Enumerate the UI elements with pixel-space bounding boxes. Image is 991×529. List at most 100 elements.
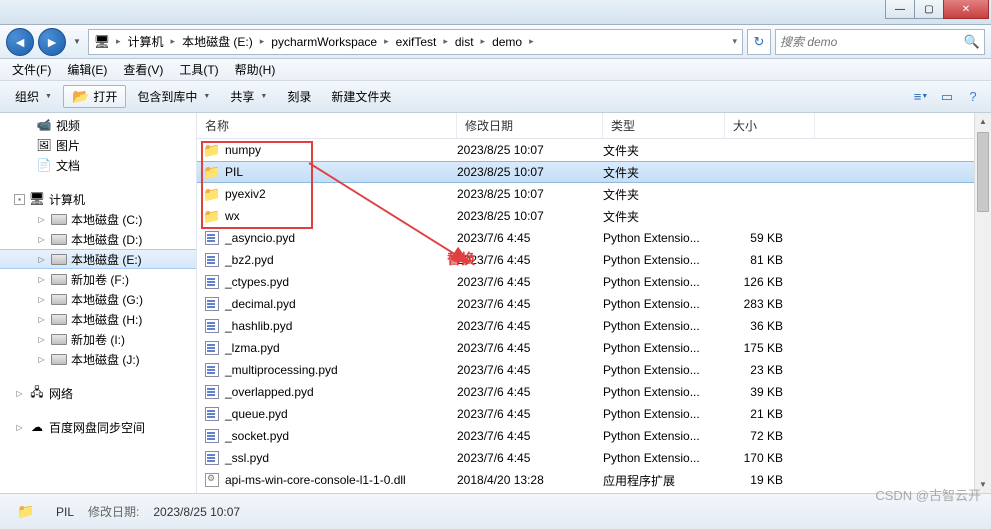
file-row[interactable]: _lzma.pyd2023/7/6 4:45Python Extensio...… (197, 337, 991, 359)
file-row[interactable]: _hashlib.pyd2023/7/6 4:45Python Extensio… (197, 315, 991, 337)
tree-computer[interactable]: ▪🖥计算机 (0, 189, 196, 209)
burn-button[interactable]: 刻录 (278, 84, 320, 109)
help-button[interactable]: ? (961, 86, 985, 108)
expand-icon[interactable]: ▷ (36, 234, 47, 245)
expand-icon[interactable]: ▷ (36, 274, 47, 285)
breadcrumb-item[interactable]: exifTest (392, 30, 441, 54)
close-button[interactable]: ✕ (943, 0, 989, 19)
file-type: Python Extensio... (603, 231, 725, 245)
breadcrumb-dropdown[interactable]: ▾ (729, 36, 740, 47)
expand-icon[interactable]: ▷ (36, 314, 47, 325)
statusbar-name: PIL (56, 505, 74, 519)
pyd-file-icon (205, 429, 219, 443)
tree-drive[interactable]: ▷本地磁盘 (H:) (0, 309, 196, 329)
file-row[interactable]: api-ms-win-core-datetime-l1-1-0.dll2018/… (197, 491, 991, 493)
menu-view[interactable]: 查看(V) (115, 59, 171, 80)
tree-drive[interactable]: ▷本地磁盘 (J:) (0, 349, 196, 369)
breadcrumb-item[interactable]: pycharmWorkspace (267, 30, 381, 54)
tree-baidu[interactable]: ▷☁百度网盘同步空间 (0, 417, 196, 437)
tree-drive[interactable]: ▷本地磁盘 (C:) (0, 209, 196, 229)
tree-drive[interactable]: ▷本地磁盘 (D:) (0, 229, 196, 249)
refresh-button[interactable]: ↻ (747, 29, 771, 55)
expand-icon[interactable]: ▷ (36, 334, 47, 345)
breadcrumb-separator[interactable]: ▸ (168, 36, 179, 47)
file-row[interactable]: _socket.pyd2023/7/6 4:45Python Extensio.… (197, 425, 991, 447)
file-row[interactable]: _multiprocessing.pyd2023/7/6 4:45Python … (197, 359, 991, 381)
expand-icon[interactable]: ▷ (36, 354, 47, 365)
expand-icon[interactable]: ▷ (14, 422, 25, 433)
search-input[interactable] (780, 35, 964, 49)
breadcrumb-separator[interactable]: ▸ (257, 36, 268, 47)
file-row[interactable]: _overlapped.pyd2023/7/6 4:45Python Exten… (197, 381, 991, 403)
tree-item[interactable]: 📹视频 (0, 115, 196, 135)
nav-back-button[interactable]: ◄ (6, 28, 34, 56)
view-mode-button[interactable]: ≡▼ (909, 86, 933, 108)
file-list[interactable]: 替换 📁numpy2023/8/25 10:07文件夹📁PIL2023/8/25… (197, 139, 991, 493)
file-row[interactable]: _queue.pyd2023/7/6 4:45Python Extensio..… (197, 403, 991, 425)
menu-help[interactable]: 帮助(H) (227, 59, 284, 80)
file-size: 72 KB (725, 429, 795, 443)
minimize-button[interactable]: — (885, 0, 915, 19)
file-row[interactable]: _ssl.pyd2023/7/6 4:45Python Extensio...1… (197, 447, 991, 469)
menu-tools[interactable]: 工具(T) (171, 59, 226, 80)
open-folder-icon: 📂 (72, 88, 89, 105)
breadcrumb-separator[interactable]: ▸ (113, 36, 124, 47)
column-name[interactable]: 名称 (197, 113, 457, 138)
breadcrumb-separator[interactable]: ▸ (440, 36, 451, 47)
maximize-button[interactable]: ▢ (914, 0, 944, 19)
menu-edit[interactable]: 编辑(E) (59, 59, 115, 80)
search-icon[interactable]: 🔍 (964, 34, 980, 50)
scroll-up-button[interactable]: ▲ (975, 113, 991, 130)
breadcrumb-item[interactable]: demo (488, 30, 526, 54)
file-row[interactable]: 📁PIL2023/8/25 10:07文件夹 (197, 161, 991, 183)
preview-pane-button[interactable]: ▭ (935, 86, 959, 108)
breadcrumb-item[interactable]: dist (451, 30, 478, 54)
tree-drive[interactable]: ▷新加卷 (I:) (0, 329, 196, 349)
breadcrumb-separator[interactable]: ▸ (478, 36, 489, 47)
breadcrumb-bar[interactable]: 🖥 ▸ 计算机 ▸ 本地磁盘 (E:) ▸ pycharmWorkspace ▸… (88, 29, 743, 55)
tree-network[interactable]: ▷🖧网络 (0, 383, 196, 403)
file-row[interactable]: _asyncio.pyd2023/7/6 4:45Python Extensio… (197, 227, 991, 249)
vertical-scrollbar[interactable]: ▲ ▼ (974, 113, 991, 493)
tree-item[interactable]: 🖼图片 (0, 135, 196, 155)
file-row[interactable]: _bz2.pyd2023/7/6 4:45Python Extensio...8… (197, 249, 991, 271)
tree-drive[interactable]: ▷本地磁盘 (E:) (0, 249, 196, 269)
tree-item[interactable]: 📄文档 (0, 155, 196, 175)
column-date[interactable]: 修改日期 (457, 113, 603, 138)
expand-icon[interactable]: ▷ (36, 294, 47, 305)
breadcrumb-item[interactable]: 计算机 (124, 30, 168, 54)
file-date: 2023/7/6 4:45 (457, 231, 603, 245)
expand-icon[interactable]: ▷ (36, 214, 47, 225)
new-folder-button[interactable]: 新建文件夹 (322, 84, 400, 109)
expand-icon[interactable]: ▪ (14, 194, 25, 205)
file-date: 2023/7/6 4:45 (457, 429, 603, 443)
nav-history-dropdown[interactable]: ▼ (70, 31, 84, 53)
share-button[interactable]: 共享▼ (221, 84, 276, 109)
file-row[interactable]: 📁pyexiv22023/8/25 10:07文件夹 (197, 183, 991, 205)
column-size[interactable]: 大小 (725, 113, 815, 138)
menu-file[interactable]: 文件(F) (4, 59, 59, 80)
file-type: Python Extensio... (603, 407, 725, 421)
scroll-down-button[interactable]: ▼ (975, 476, 991, 493)
breadcrumb-item[interactable]: 本地磁盘 (E:) (178, 30, 257, 54)
breadcrumb-separator[interactable]: ▸ (381, 36, 392, 47)
file-row[interactable]: api-ms-win-core-console-l1-1-0.dll2018/4… (197, 469, 991, 491)
tree-drive[interactable]: ▷本地磁盘 (G:) (0, 289, 196, 309)
include-button[interactable]: 包含到库中▼ (128, 84, 219, 109)
column-type[interactable]: 类型 (603, 113, 725, 138)
nav-forward-button[interactable]: ► (38, 28, 66, 56)
expand-icon[interactable]: ▷ (14, 388, 25, 399)
expand-icon[interactable]: ▷ (36, 254, 47, 265)
scroll-thumb[interactable] (977, 132, 989, 212)
breadcrumb-separator[interactable]: ▸ (526, 36, 537, 47)
file-row[interactable]: 📁numpy2023/8/25 10:07文件夹 (197, 139, 991, 161)
organize-button[interactable]: 组织▼ (6, 84, 61, 109)
tree-drive[interactable]: ▷新加卷 (F:) (0, 269, 196, 289)
file-row[interactable]: _decimal.pyd2023/7/6 4:45Python Extensio… (197, 293, 991, 315)
file-row[interactable]: _ctypes.pyd2023/7/6 4:45Python Extensio.… (197, 271, 991, 293)
nav-tree[interactable]: 📹视频🖼图片📄文档▪🖥计算机▷本地磁盘 (C:)▷本地磁盘 (D:)▷本地磁盘 … (0, 113, 197, 493)
search-box[interactable]: 🔍 (775, 29, 985, 55)
pyd-file-icon (205, 275, 219, 289)
open-button[interactable]: 📂 打开 (63, 85, 126, 108)
file-row[interactable]: 📁wx2023/8/25 10:07文件夹 (197, 205, 991, 227)
